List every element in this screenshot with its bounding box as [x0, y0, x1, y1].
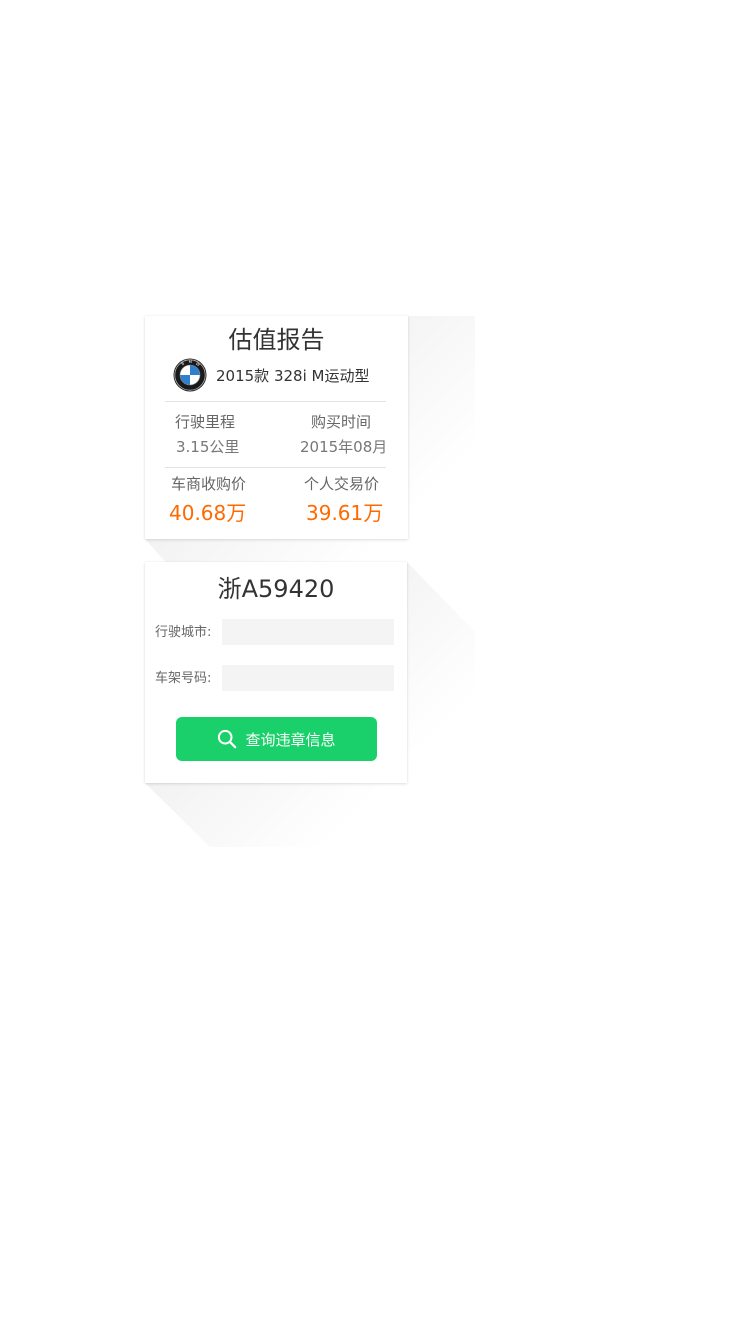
- svg-text:M: M: [189, 359, 192, 364]
- page-stage: 估值报告 B M W 2015款 328i M运动型 行驶里程 3.15公里 购…: [0, 0, 750, 1334]
- city-label: 行驶城市:: [155, 625, 212, 640]
- query-button-label: 查询违章信息: [245, 730, 336, 749]
- mileage-value: 3.15公里: [176, 438, 240, 456]
- license-plate: 浙A59420: [217, 575, 335, 603]
- private-price-value: 39.61万: [306, 501, 384, 525]
- bmw-logo-icon: B M W: [173, 358, 207, 392]
- query-violation-button[interactable]: 查询违章信息: [176, 717, 377, 761]
- purchase-date-value: 2015年08月: [300, 438, 388, 456]
- private-price-label: 个人交易价: [304, 475, 380, 493]
- city-input[interactable]: [222, 619, 394, 645]
- valuation-report-card: 估值报告 B M W 2015款 328i M运动型 行驶里程 3.15公里 购…: [145, 316, 408, 539]
- divider: [165, 401, 386, 402]
- car-model-name: 2015款 328i M运动型: [216, 366, 370, 385]
- report-title: 估值报告: [228, 326, 325, 354]
- car-model-row: B M W 2015款 328i M运动型: [173, 358, 369, 392]
- violation-query-card: 浙A59420 行驶城市: 车架号码: 查询违章信息: [145, 562, 407, 783]
- vin-label: 车架号码:: [155, 671, 212, 686]
- dealer-price-value: 40.68万: [169, 501, 247, 525]
- mileage-label: 行驶里程: [175, 413, 236, 431]
- purchase-date-label: 购买时间: [311, 413, 372, 431]
- dealer-price-label: 车商收购价: [171, 475, 247, 493]
- divider: [165, 467, 386, 468]
- search-icon: [218, 729, 237, 749]
- vin-input[interactable]: [222, 665, 394, 691]
